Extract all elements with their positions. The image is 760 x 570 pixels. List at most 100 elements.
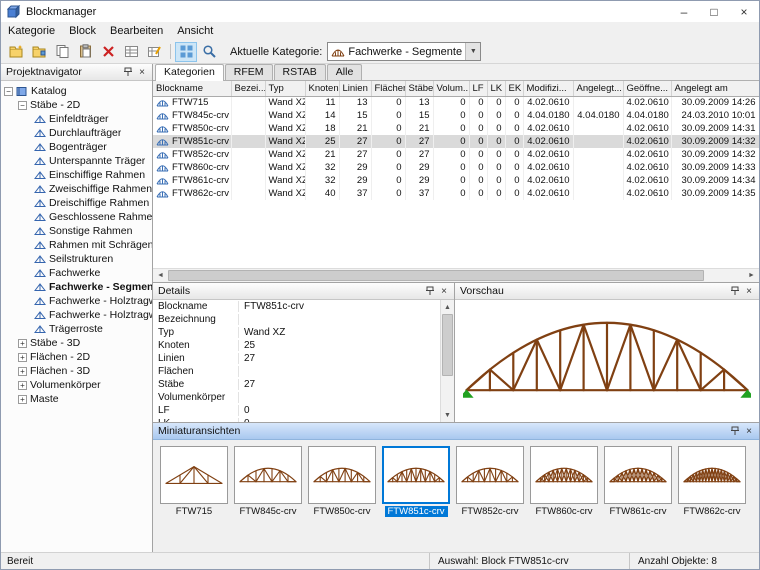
column-header-blockname[interactable]: Blockname	[153, 81, 231, 96]
tree-item-seilstrukturen[interactable]: Seilstrukturen	[1, 252, 152, 266]
thumbnail-ftw861c-crv[interactable]: FTW861c-crv	[603, 446, 673, 517]
tree-item-maste[interactable]: +Maste	[1, 392, 152, 406]
column-header-angelegt-am[interactable]: Angelegt am	[671, 81, 759, 96]
table-horizontal-scrollbar[interactable]: ◄ ►	[153, 268, 759, 282]
scroll-up-arrow[interactable]: ▲	[441, 300, 454, 314]
tree-item-bogenträger[interactable]: Bogenträger	[1, 140, 152, 154]
preview-pin-icon[interactable]	[728, 285, 742, 298]
column-header-volum[interactable]: Volum...	[433, 81, 469, 96]
tree-item-fachwerke-holztragwerke[interactable]: Fachwerke - Holztragwerke -	[1, 308, 152, 322]
combo-dropdown-arrow[interactable]: ▼	[465, 43, 480, 60]
tree-item-fachwerke-holztragwerke[interactable]: Fachwerke - Holztragwerke	[1, 294, 152, 308]
table-row-ftw860c-crv[interactable]: FTW860c-crvWand XZ322902900004.02.06104.…	[153, 161, 759, 174]
tree-item-dreischiffige-rahmen[interactable]: Dreischiffige Rahmen	[1, 196, 152, 210]
collapse-icon[interactable]: −	[18, 101, 27, 110]
zoom-button[interactable]	[198, 42, 220, 62]
tree-item-unterspannte-träger[interactable]: Unterspannte Träger	[1, 154, 152, 168]
details-scrollbar-track[interactable]	[441, 314, 454, 408]
thumbnail-ftw851c-crv[interactable]: FTW851c-crv	[381, 446, 451, 517]
thumbnail-ftw860c-crv[interactable]: FTW860c-crv	[529, 446, 599, 517]
table-row-ftw852c-crv[interactable]: FTW852c-crvWand XZ212702700004.02.06104.…	[153, 148, 759, 161]
tree-item-trägerroste[interactable]: Trägerroste	[1, 322, 152, 336]
column-header-modifizi[interactable]: Modifizi...	[523, 81, 573, 96]
tree-item-flächen-2d[interactable]: +Flächen - 2D	[1, 350, 152, 364]
thumbnails-pin-icon[interactable]	[728, 425, 742, 438]
table-row-ftw850c-crv[interactable]: FTW850c-crvWand XZ182102100004.02.06104.…	[153, 122, 759, 135]
minimize-button[interactable]: –	[669, 1, 699, 22]
maximize-button[interactable]: □	[699, 1, 729, 22]
copy-button[interactable]	[51, 42, 73, 62]
expand-icon[interactable]: +	[18, 367, 27, 376]
details-scrollbar-thumb[interactable]	[442, 314, 453, 376]
menu-block[interactable]: Block	[62, 24, 103, 38]
tree-item-einschiffige-rahmen[interactable]: Einschiffige Rahmen	[1, 168, 152, 182]
tab-rstab[interactable]: RSTAB	[274, 64, 326, 80]
column-header-bezei[interactable]: Bezei...	[231, 81, 265, 96]
thumbnail-ftw862c-crv[interactable]: FTW862c-crv	[677, 446, 747, 517]
tab-alle[interactable]: Alle	[327, 64, 363, 80]
new-category-button[interactable]	[5, 42, 27, 62]
titlebar[interactable]: Blockmanager – □ ×	[1, 1, 759, 22]
column-header-lf[interactable]: LF	[469, 81, 487, 96]
expand-icon[interactable]: +	[18, 395, 27, 404]
menu-ansicht[interactable]: Ansicht	[170, 24, 220, 38]
delete-button[interactable]	[97, 42, 119, 62]
details-pin-icon[interactable]	[423, 285, 437, 298]
tree-item-sonstige-rahmen[interactable]: Sonstige Rahmen	[1, 224, 152, 238]
tree-item-stäbe-2d[interactable]: −Stäbe - 2D	[1, 98, 152, 112]
scroll-left-arrow[interactable]: ◄	[153, 269, 168, 282]
thumbnails-close-icon[interactable]: ×	[742, 425, 756, 438]
scroll-right-arrow[interactable]: ►	[744, 269, 759, 282]
tree-item-katalog[interactable]: −Katalog	[1, 84, 152, 98]
expand-icon[interactable]: +	[18, 353, 27, 362]
column-header-knoten[interactable]: Knoten	[305, 81, 339, 96]
column-header-ek[interactable]: EK	[505, 81, 523, 96]
expand-icon[interactable]: +	[18, 339, 27, 348]
view-thumbnails-button[interactable]	[175, 42, 197, 62]
thumbnail-ftw715[interactable]: FTW715	[159, 446, 229, 517]
table-row-ftw862c-crv[interactable]: FTW862c-crvWand XZ403703700004.02.06104.…	[153, 187, 759, 200]
tree-item-geschlossene-rahmen[interactable]: Geschlossene Rahmen	[1, 210, 152, 224]
table-row-ftw861c-crv[interactable]: FTW861c-crvWand XZ322902900004.02.06104.…	[153, 174, 759, 187]
paste-button[interactable]	[74, 42, 96, 62]
menu-bearbeiten[interactable]: Bearbeiten	[103, 24, 170, 38]
scrollbar-thumb[interactable]	[168, 270, 704, 281]
column-header-flächen[interactable]: Flächen	[371, 81, 405, 96]
details-close-icon[interactable]: ×	[437, 285, 451, 298]
thumbnail-ftw852c-crv[interactable]: FTW852c-crv	[455, 446, 525, 517]
collapse-icon[interactable]: −	[4, 87, 13, 96]
column-header-stäbe[interactable]: Stäbe	[405, 81, 433, 96]
details-vertical-scrollbar[interactable]: ▲ ▼	[440, 300, 454, 422]
column-header-linien[interactable]: Linien	[339, 81, 371, 96]
new-block-button[interactable]	[28, 42, 50, 62]
column-header-typ[interactable]: Typ	[265, 81, 305, 96]
column-header-geöffne[interactable]: Geöffne...	[623, 81, 671, 96]
table-row-ftw845c-crv[interactable]: FTW845c-crvWand XZ141501500004.04.01804.…	[153, 109, 759, 122]
tree-item-einfeldträger[interactable]: Einfeldträger	[1, 112, 152, 126]
navigator-pin-icon[interactable]	[121, 66, 135, 79]
column-header-lk[interactable]: LK	[487, 81, 505, 96]
navigator-close-icon[interactable]: ×	[135, 66, 149, 79]
tree-item-flächen-3d[interactable]: +Flächen - 3D	[1, 364, 152, 378]
tree-item-stäbe-3d[interactable]: +Stäbe - 3D	[1, 336, 152, 350]
tree-item-fachwerke-segmente[interactable]: Fachwerke - Segmente	[1, 280, 152, 294]
tab-rfem[interactable]: RFEM	[225, 64, 273, 80]
scrollbar-track[interactable]	[168, 269, 744, 282]
tree-item-volumenkörper[interactable]: +Volumenkörper	[1, 378, 152, 392]
tree-item-fachwerke[interactable]: Fachwerke	[1, 266, 152, 280]
close-button[interactable]: ×	[729, 1, 759, 22]
tree-item-zweischiffige-rahmen[interactable]: Zweischiffige Rahmen	[1, 182, 152, 196]
preview-close-icon[interactable]: ×	[742, 285, 756, 298]
thumbnail-ftw845c-crv[interactable]: FTW845c-crv	[233, 446, 303, 517]
tab-kategorien[interactable]: Kategorien	[155, 64, 224, 81]
menu-kategorie[interactable]: Kategorie	[1, 24, 62, 38]
table-row-ftw851c-crv[interactable]: FTW851c-crvWand XZ252702700004.02.06104.…	[153, 135, 759, 148]
scroll-down-arrow[interactable]: ▼	[441, 408, 454, 422]
edit-table-button[interactable]	[143, 42, 165, 62]
table-row-ftw715[interactable]: FTW715Wand XZ111301300004.02.06104.02.06…	[153, 96, 759, 109]
tree-item-durchlaufträger[interactable]: Durchlaufträger	[1, 126, 152, 140]
expand-icon[interactable]: +	[18, 381, 27, 390]
tree-item-rahmen-mit-schrägen[interactable]: Rahmen mit Schrägen	[1, 238, 152, 252]
category-combobox[interactable]: Fachwerke - Segmente ▼	[327, 42, 481, 61]
table-button[interactable]	[120, 42, 142, 62]
